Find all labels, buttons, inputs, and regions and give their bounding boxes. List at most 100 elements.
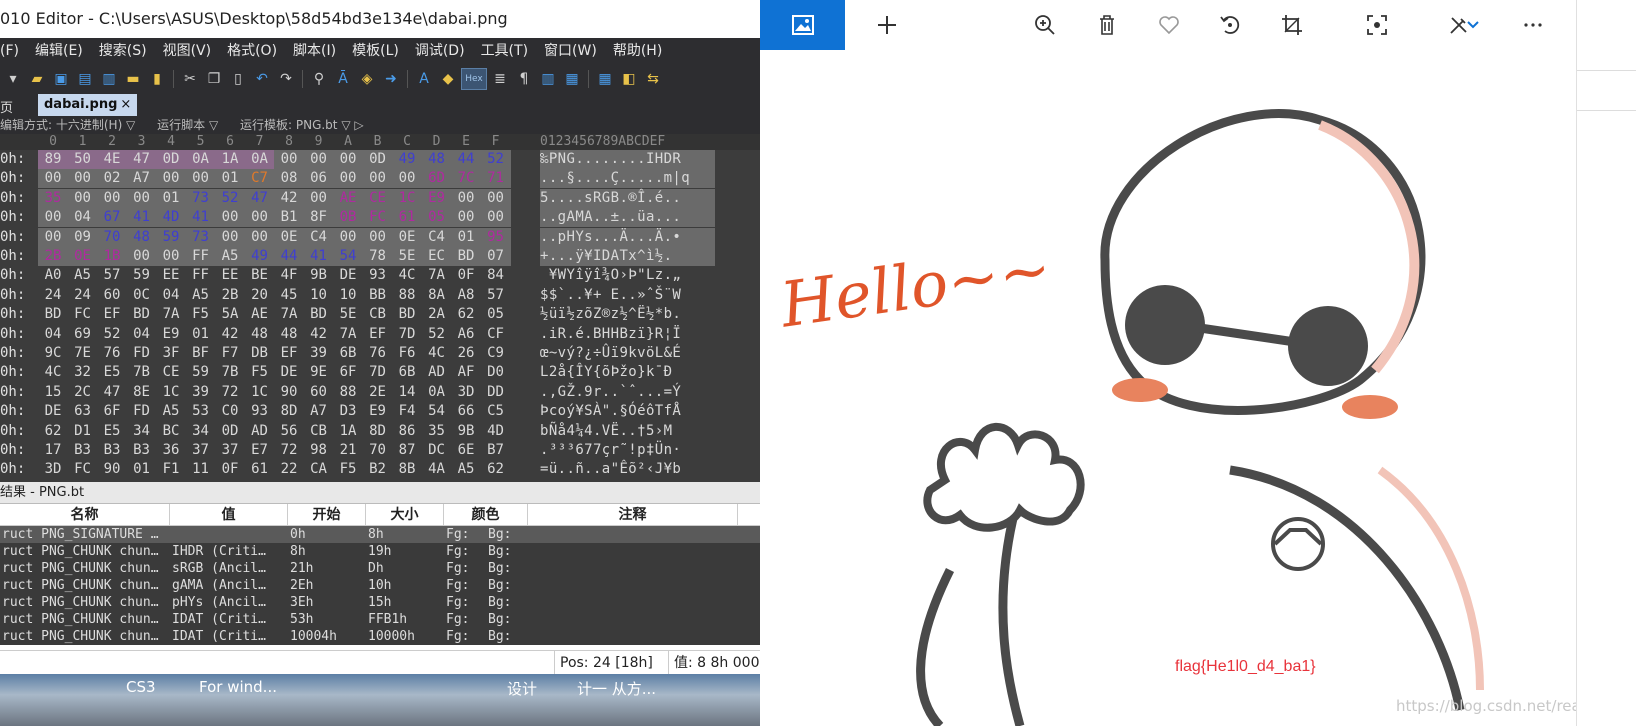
hex-byte[interactable]: 4D (481, 422, 511, 441)
hex-byte[interactable]: 61 (245, 460, 275, 479)
hex-byte[interactable]: 00 (333, 169, 363, 189)
hex-byte[interactable]: 0D (156, 150, 186, 169)
hex-byte[interactable]: 88 (333, 383, 363, 402)
hex-byte[interactable]: 3F (156, 344, 186, 363)
ascii-text[interactable]: .,GŽ.9r..`ˆ...=Ý (540, 383, 715, 402)
hex-byte[interactable]: 1C (245, 383, 275, 402)
hex-byte[interactable]: 4D (156, 208, 186, 228)
hex-byte[interactable]: F5 (245, 363, 275, 382)
hex-byte[interactable]: F5 (333, 460, 363, 479)
hex-byte[interactable]: 00 (185, 169, 216, 189)
hex-byte[interactable]: 00 (156, 169, 186, 189)
hex-byte[interactable]: 90 (97, 460, 127, 479)
results-row[interactable]: ruct PNG_SIGNATURE … 0h 8h Fg: Bg: (0, 526, 760, 543)
hex-byte[interactable]: 7D (392, 325, 422, 344)
hex-byte[interactable]: 0D (215, 422, 245, 441)
hex-byte[interactable]: 00 (38, 169, 68, 189)
hex-byte[interactable]: 89 (38, 150, 68, 169)
workspace-icon[interactable]: ▮ (146, 68, 168, 90)
hex-byte[interactable]: 4C (38, 363, 68, 382)
hex-byte[interactable]: A7 (304, 402, 334, 421)
hex-byte[interactable]: 26 (451, 344, 481, 363)
hex-byte[interactable]: C4 (303, 227, 334, 247)
hex-byte[interactable]: 52 (480, 150, 511, 169)
hex-byte[interactable]: 00 (97, 188, 127, 208)
ascii-text[interactable]: Þcoý¥SÀ".§ÓéôTfÅ (540, 402, 715, 421)
edit-mode-select[interactable]: 编辑方式: 十六进制(H) ▽ (0, 118, 135, 132)
hex-byte[interactable]: 9E (304, 363, 334, 382)
hex-byte[interactable]: 00 (451, 208, 481, 228)
hex-byte[interactable]: 10 (304, 286, 334, 305)
hex-byte[interactable]: 63 (68, 402, 98, 421)
hex-byte[interactable]: EE (215, 266, 245, 285)
run-template-button[interactable]: 运行模板: PNG.bt ▽ ▷ (240, 118, 364, 132)
ascii-text[interactable]: œ~vý?¿÷Ûï9kvöL&É (540, 344, 715, 363)
hex-byte[interactable]: 15 (38, 383, 68, 402)
hex-byte[interactable]: B2 (363, 460, 393, 479)
hex-byte[interactable]: 00 (392, 169, 422, 189)
hex-byte[interactable]: B3 (68, 441, 98, 460)
hex-byte[interactable]: DB (245, 344, 275, 363)
hex-byte[interactable]: 1C (392, 188, 422, 208)
hex-byte[interactable]: 49 (392, 150, 422, 169)
binary-icon[interactable]: ▦ (561, 68, 583, 90)
tab-home[interactable]: 页 (0, 97, 13, 116)
hex-byte[interactable]: A8 (451, 286, 481, 305)
hex-byte[interactable]: 20 (245, 286, 275, 305)
menu-search[interactable]: 搜索(S) (91, 38, 155, 64)
ascii-text[interactable]: +...ÿ¥IDATx^ì½. (540, 247, 715, 266)
calculator-icon[interactable]: ▦ (594, 68, 616, 90)
hex-byte[interactable]: 07 (480, 247, 511, 266)
hex-byte[interactable]: 76 (97, 344, 127, 363)
hex-byte[interactable]: 0B (333, 208, 363, 228)
menu-format[interactable]: 格式(O) (219, 38, 285, 64)
hex-byte[interactable]: C7 (244, 169, 275, 189)
hex-byte[interactable]: 1C (156, 383, 186, 402)
hex-byte[interactable]: 50 (67, 150, 98, 169)
hex-byte[interactable]: 73 (185, 227, 216, 247)
hex-byte[interactable]: 04 (156, 286, 186, 305)
col-size[interactable]: 大小 (366, 504, 444, 525)
hex-byte[interactable]: 04 (67, 208, 98, 228)
hex-byte[interactable]: 5E (392, 247, 422, 266)
hex-byte[interactable]: 62 (451, 305, 481, 324)
hex-byte[interactable]: FC (362, 208, 393, 228)
hex-byte[interactable]: 34 (127, 422, 157, 441)
hex-byte[interactable]: 09 (67, 227, 98, 247)
hex-byte[interactable]: 5E (333, 305, 363, 324)
hex-byte[interactable]: 8D (274, 402, 304, 421)
hex-byte[interactable]: A0 (38, 266, 68, 285)
hex-byte[interactable]: 44 (274, 247, 304, 266)
hex-byte[interactable]: 60 (304, 383, 334, 402)
hex-byte[interactable]: 42 (215, 325, 245, 344)
hex-byte[interactable]: 2A (422, 305, 452, 324)
hex-byte[interactable]: CF (481, 325, 511, 344)
hex-byte[interactable]: 9B (304, 266, 334, 285)
hex-byte[interactable]: E7 (245, 441, 275, 460)
hex-byte[interactable]: A6 (451, 325, 481, 344)
desktop-item[interactable]: CS3 (126, 678, 156, 696)
hex-byte[interactable]: D0 (481, 363, 511, 382)
hex-byte[interactable]: 00 (126, 247, 157, 266)
ascii-text[interactable]: ¥WYîÿî¾O›Þ"Lz.„ (540, 266, 715, 285)
hex-byte[interactable]: C5 (481, 402, 511, 421)
hex-byte[interactable]: 52 (97, 325, 127, 344)
menu-window[interactable]: 窗口(W) (536, 38, 605, 64)
hex-byte[interactable]: 88 (392, 286, 422, 305)
col-name[interactable]: 名称 (0, 504, 170, 525)
ascii-text[interactable]: ..pHYs...Ä...Ä.• (540, 227, 715, 247)
hex-byte[interactable]: 8A (422, 286, 452, 305)
hex-byte[interactable]: 70 (97, 227, 127, 247)
hex-byte[interactable]: 01 (186, 325, 216, 344)
delete-icon[interactable] (1092, 10, 1122, 40)
hex-mode-icon[interactable]: Hex (461, 68, 487, 90)
redo-icon[interactable]: ↷ (275, 68, 297, 90)
hex-byte[interactable]: 48 (245, 325, 275, 344)
hex-byte[interactable]: AE (245, 305, 275, 324)
hex-byte[interactable]: 72 (274, 441, 304, 460)
hex-byte[interactable]: 04 (38, 325, 68, 344)
hex-byte[interactable]: C0 (215, 402, 245, 421)
hex-byte[interactable]: A5 (186, 286, 216, 305)
hex-byte[interactable]: 45 (274, 286, 304, 305)
hex-byte[interactable]: 49 (244, 247, 275, 266)
